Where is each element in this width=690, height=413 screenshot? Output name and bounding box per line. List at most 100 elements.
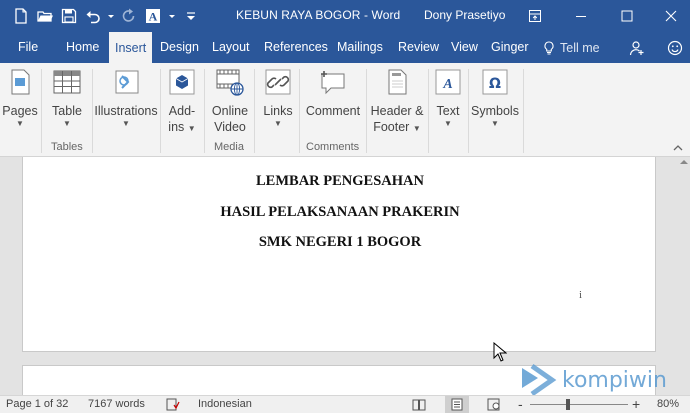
online-video-icon (215, 67, 245, 97)
scroll-up-arrow-icon[interactable] (680, 159, 688, 165)
omega-symbol-icon: Ω (480, 67, 510, 97)
watermark-text: kompiwin (562, 367, 667, 393)
minimize-icon[interactable] (558, 0, 604, 32)
new-document-icon[interactable] (10, 5, 32, 27)
zoom-in-button[interactable]: + (632, 396, 640, 412)
illustrations-icon (111, 67, 141, 97)
smiley-feedback-icon[interactable] (662, 32, 688, 63)
add-ins-icon (167, 67, 197, 97)
watermark-logo: kompiwin (518, 362, 667, 398)
language-indicator[interactable]: Indonesian (198, 398, 252, 410)
svg-text:A: A (442, 77, 452, 92)
ribbon-separator (523, 69, 524, 153)
svg-text:Ω: Ω (489, 76, 501, 92)
ribbon-separator (204, 69, 205, 153)
zoom-slider[interactable] (530, 404, 628, 405)
print-layout-button[interactable] (445, 396, 469, 413)
svg-text:A: A (149, 10, 158, 24)
header-footer-button[interactable]: Header & Footer ▼ (369, 67, 425, 135)
tab-layout[interactable]: Layout (206, 32, 256, 63)
ribbon-separator (92, 69, 93, 153)
tell-me-search[interactable]: Tell me (542, 32, 600, 63)
page-count[interactable]: Page 1 of 32 (6, 398, 68, 410)
symbols-button[interactable]: Ω Symbols ▼ (471, 67, 519, 129)
title-bar: A KEBUN RAYA BOGOR - Word Dony Prasetiyo (0, 0, 690, 32)
print-layout-icon (451, 398, 463, 411)
text-cursor: i (579, 289, 583, 301)
illustrations-button[interactable]: Illustrations ▼ (94, 67, 158, 129)
table-label: Table (52, 104, 82, 118)
group-label-media: Media (214, 141, 244, 153)
tab-design[interactable]: Design (154, 32, 205, 63)
web-layout-icon[interactable] (487, 398, 501, 411)
text-button[interactable]: A Text ▼ (433, 67, 463, 129)
undo-icon[interactable] (82, 5, 104, 27)
online-video-button[interactable]: Online Video (210, 67, 250, 135)
word-count[interactable]: 7167 words (88, 398, 145, 410)
links-label: Links (263, 104, 293, 118)
links-icon (263, 67, 293, 97)
tab-ginger[interactable]: Ginger (485, 32, 535, 63)
read-mode-icon[interactable] (412, 398, 426, 411)
links-button[interactable]: Links ▼ (261, 67, 295, 129)
customize-qat-icon[interactable] (180, 5, 202, 27)
document-canvas[interactable]: LEMBAR PENGESAHAN HASIL PELAKSANAAN PRAK… (0, 157, 690, 395)
chevron-down-icon: ▼ (491, 119, 499, 128)
chevron-down-icon: ▼ (274, 119, 282, 128)
add-ins-button[interactable]: Add- ins ▼ (165, 67, 199, 135)
share-user-icon[interactable] (624, 32, 650, 63)
zoom-level[interactable]: 80% (657, 398, 679, 410)
chevron-down-icon: ▼ (63, 119, 71, 128)
ribbon-separator (468, 69, 469, 153)
font-color-icon[interactable]: A (142, 5, 164, 27)
group-label-comments: Comments (306, 141, 360, 153)
close-icon[interactable] (648, 0, 690, 32)
symbols-label: Symbols (471, 104, 519, 118)
save-icon[interactable] (58, 5, 80, 27)
doc-heading-line: LEMBAR PENGESAHAN (256, 173, 424, 189)
pages-button[interactable]: Pages ▼ (2, 67, 38, 129)
ribbon-display-options-icon[interactable] (512, 0, 558, 32)
redo-icon[interactable] (118, 5, 140, 27)
add-ins-label-line2: ins ▼ (168, 120, 196, 134)
undo-dropdown-icon[interactable] (106, 5, 116, 27)
online-video-label: Online (211, 104, 249, 118)
comment-icon (318, 67, 348, 97)
tab-file[interactable]: File (12, 32, 44, 63)
tab-insert[interactable]: Insert (109, 32, 153, 63)
header-footer-icon (382, 67, 412, 97)
maximize-icon[interactable] (604, 0, 650, 32)
ribbon-separator (160, 69, 161, 153)
illustrations-label: Illustrations (94, 104, 158, 118)
tab-mailings[interactable]: Mailings (331, 32, 389, 63)
pages-label: Pages (2, 104, 38, 118)
ribbon-separator (41, 69, 42, 153)
doc-heading-line: HASIL PELAKSANAAN PRAKERIN (220, 204, 460, 220)
table-icon (52, 67, 82, 97)
ribbon-separator (428, 69, 429, 153)
proofing-icon[interactable] (166, 398, 180, 411)
font-color-dropdown-icon[interactable] (166, 5, 178, 27)
lightbulb-icon (544, 40, 554, 54)
zoom-out-button[interactable]: - (518, 396, 523, 412)
zoom-slider-thumb[interactable] (566, 399, 571, 410)
tab-view[interactable]: View (445, 32, 484, 63)
status-bar: Page 1 of 32 7167 words Indonesian - + 8… (0, 395, 690, 413)
tab-home[interactable]: Home (60, 32, 105, 63)
doc-heading-line: SMK NEGERI 1 BOGOR (258, 234, 422, 250)
table-button[interactable]: Table ▼ (49, 67, 85, 129)
new-comment-button[interactable]: Comment (304, 67, 362, 119)
text-label: Text (436, 104, 460, 118)
document-page[interactable]: LEMBAR PENGESAHAN HASIL PELAKSANAAN PRAK… (22, 157, 656, 352)
chevron-down-icon: ▼ (444, 119, 452, 128)
window-title: KEBUN RAYA BOGOR - Word (236, 8, 401, 22)
open-folder-icon[interactable] (34, 5, 56, 27)
mouse-pointer-icon (493, 342, 507, 362)
header-footer-label-line2: Footer ▼ (373, 120, 421, 134)
user-name[interactable]: Dony Prasetiyo (424, 8, 505, 22)
tab-references[interactable]: References (258, 32, 334, 63)
collapse-ribbon-icon[interactable] (672, 143, 684, 153)
tab-review[interactable]: Review (392, 32, 445, 63)
header-footer-label: Header & (370, 104, 424, 118)
tell-me-label: Tell me (560, 40, 600, 55)
